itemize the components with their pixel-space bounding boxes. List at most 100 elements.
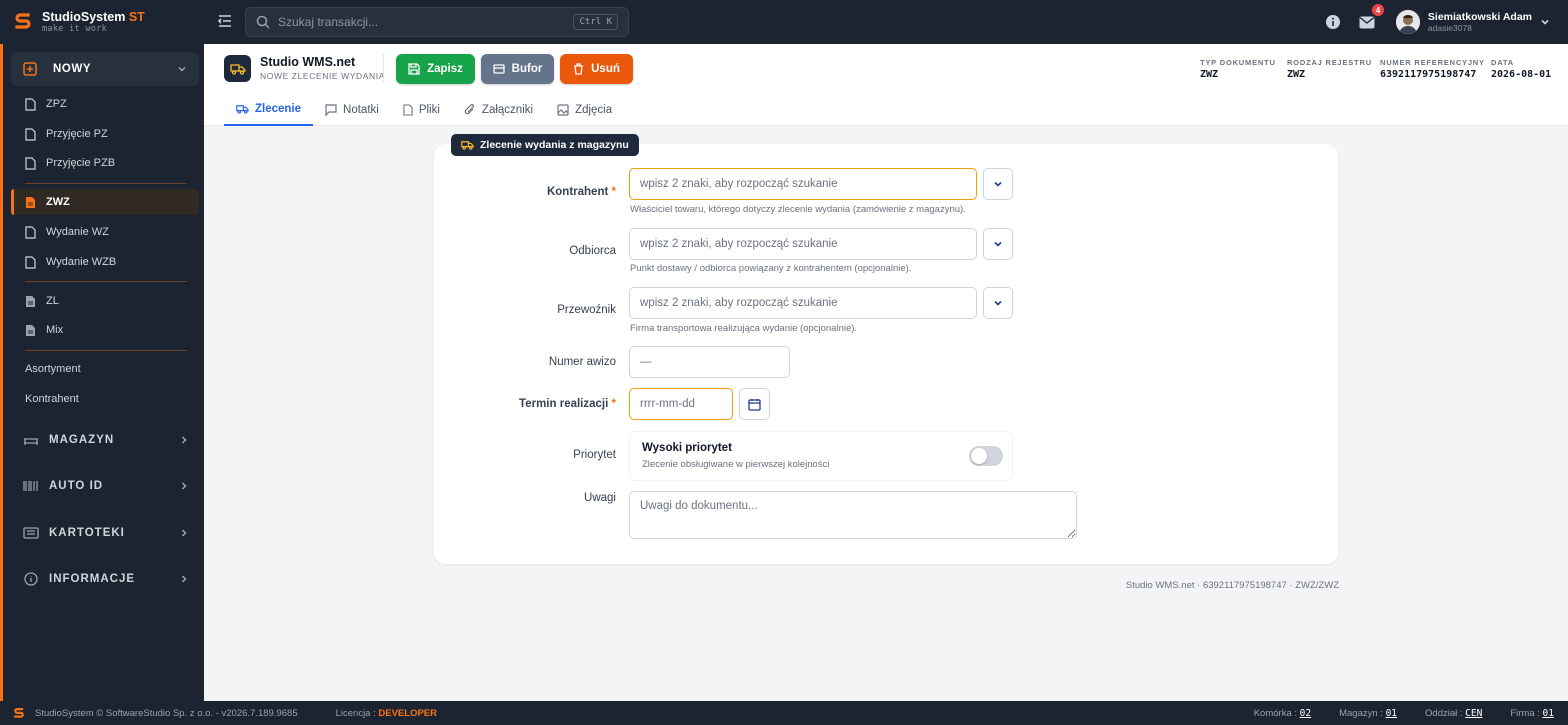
file-icon: [25, 97, 36, 111]
sidebar-item-label: Przyjęcie PZB: [46, 157, 116, 169]
file-filled-icon: [26, 324, 35, 336]
user-name: Siemiatkowski Adam: [1427, 11, 1532, 23]
tab-notatki[interactable]: Notatki: [313, 94, 391, 126]
chevron-right-icon: [181, 575, 187, 583]
info-icon[interactable]: [1324, 13, 1342, 31]
app-logo[interactable]: StudioSystem ST make it work: [0, 0, 204, 44]
image-icon: [557, 104, 569, 116]
recipient-label: Odbiorca: [569, 245, 616, 257]
sidebar-divider: [25, 350, 187, 351]
sidebar-item-zwz[interactable]: ZWZ: [11, 189, 199, 215]
chevron-down-icon: [994, 181, 1002, 187]
plus-square-icon: [23, 62, 37, 76]
sidebar-item-przyjecie-pz[interactable]: Przyjęcie PZ: [25, 122, 195, 146]
priority-label: Priorytet: [573, 449, 616, 461]
sidebar-item-przyjecie-pzb[interactable]: Przyjęcie PZB: [25, 151, 195, 175]
contractor-input[interactable]: [629, 168, 977, 200]
sidebar-section-kartoteki[interactable]: KARTOTEKI: [23, 523, 189, 543]
sidebar-section-label: INFORMACJE: [49, 573, 136, 585]
sidebar-item-wydanie-wzb[interactable]: Wydanie WZB: [25, 250, 195, 274]
meta-reference-number: NUMER REFERENCYJNY 6392117975198747: [1380, 58, 1485, 80]
chevron-down-icon: [994, 300, 1002, 306]
contractor-hint: Właściciel towaru, którego dotyczy zlece…: [630, 204, 966, 215]
tab-pliki[interactable]: Pliki: [391, 94, 452, 126]
document-footnote: Studio WMS.net · 6392117975198747 · ZWZ/…: [1125, 580, 1339, 591]
sidebar-group-nowy[interactable]: NOWY: [11, 52, 199, 86]
delete-button[interactable]: Usuń: [560, 54, 633, 84]
shelf-icon: [24, 438, 38, 445]
sidebar-item-label: Wydanie WZB: [46, 256, 117, 268]
file-filled-icon: [26, 196, 35, 208]
paperclip-icon: [464, 104, 474, 115]
priority-toggle[interactable]: [969, 446, 1003, 466]
save-icon: [408, 63, 420, 75]
advice-number-input[interactable]: [629, 346, 790, 378]
contractor-label: Kontrahent *: [546, 186, 616, 198]
recipient-input[interactable]: [629, 228, 977, 260]
sidebar-section-magazyn[interactable]: MAGAZYN: [23, 430, 189, 450]
user-menu[interactable]: Siemiatkowski Adam adasie3078: [1395, 10, 1550, 34]
sidebar-item-zl[interactable]: ZL: [25, 289, 195, 313]
logo-s-icon: [14, 707, 24, 718]
tab-zalaczniki[interactable]: Załączniki: [452, 94, 545, 126]
sidebar-section-auto-id[interactable]: AUTO ID: [23, 476, 189, 496]
chevron-right-icon: [181, 482, 187, 490]
document-title: Studio WMS.net: [260, 55, 356, 69]
chevron-right-icon: [181, 529, 187, 537]
sidebar-item-kontrahent[interactable]: Kontrahent: [25, 393, 79, 405]
sidebar-divider: [25, 183, 187, 184]
messages-button[interactable]: 4: [1358, 4, 1384, 31]
sidebar-section-label: AUTO ID: [49, 480, 104, 492]
recipient-dropdown-button[interactable]: [983, 228, 1013, 260]
sidebar-item-wydanie-wz[interactable]: Wydanie WZ: [25, 220, 195, 244]
notes-textarea[interactable]: [629, 491, 1077, 539]
calendar-icon: [748, 398, 761, 411]
carrier-dropdown-button[interactable]: [983, 287, 1013, 319]
sidebar-section-informacje[interactable]: INFORMACJE: [23, 569, 189, 589]
cards-icon: [23, 527, 39, 539]
truck-icon: [224, 55, 251, 82]
search-box[interactable]: Ctrl K: [245, 7, 629, 37]
comment-icon: [325, 104, 337, 116]
tab-zdjecia[interactable]: Zdjęcia: [545, 94, 624, 126]
truck-icon: [461, 141, 474, 150]
advice-number-label: Numer awizo: [548, 356, 616, 368]
tab-zlecenie[interactable]: Zlecenie: [224, 94, 314, 126]
sidebar: NOWY ZPZ Przyjęcie PZ Przyjęcie PZB ZWZ …: [0, 44, 204, 701]
logo-s-icon: [14, 11, 32, 33]
contractor-dropdown-button[interactable]: [983, 168, 1013, 200]
buffer-button[interactable]: Bufor: [481, 54, 554, 84]
sidebar-item-label: ZWZ: [46, 196, 70, 208]
info-circle-icon: [24, 572, 38, 586]
sidebar-item-label: Mix: [46, 324, 64, 336]
carrier-hint: Firma transportowa realizująca wydanie (…: [630, 323, 858, 334]
search-shortcut-hint: Ctrl K: [573, 14, 618, 30]
app-name: StudioSystem ST: [42, 9, 145, 24]
document-subtitle: NOWE ZLECENIE WYDANIA: [260, 71, 386, 81]
carrier-input[interactable]: [629, 287, 977, 319]
document-header: Studio WMS.net NOWE ZLECENIE WYDANIA Zap…: [204, 44, 1568, 126]
sidebar-divider: [25, 281, 187, 282]
file-icon: [25, 225, 36, 239]
user-login: adasie3078: [1427, 23, 1472, 33]
document-tabs: Zlecenie Notatki Pliki Załączniki Zdjęci…: [224, 94, 624, 126]
sidebar-item-mix[interactable]: Mix: [25, 318, 195, 342]
messages-count-badge: 4: [1371, 4, 1384, 16]
chevron-down-icon: [994, 241, 1002, 247]
calendar-button[interactable]: [739, 388, 770, 420]
sidebar-item-asortyment[interactable]: Asortyment: [25, 363, 81, 375]
search-icon: [256, 15, 270, 29]
search-input[interactable]: [278, 15, 566, 29]
sidebar-toggle-icon[interactable]: [217, 13, 233, 29]
copyright-text: StudioSystem © SoftwareStudio Sp. z o.o.…: [35, 707, 298, 719]
sidebar-item-zpz[interactable]: ZPZ: [25, 92, 195, 116]
due-date-input[interactable]: [629, 388, 733, 420]
save-button[interactable]: Zapisz: [396, 54, 475, 84]
sidebar-group-label: NOWY: [53, 63, 92, 75]
truck-icon: [236, 105, 249, 114]
notes-label: Uwagi: [584, 492, 616, 504]
file-filled-icon: [26, 295, 35, 307]
sidebar-item-label: ZL: [46, 295, 59, 307]
recipient-hint: Punkt dostawy / odbiorca powiązany z kon…: [630, 263, 912, 274]
sidebar-section-label: MAGAZYN: [49, 434, 115, 446]
